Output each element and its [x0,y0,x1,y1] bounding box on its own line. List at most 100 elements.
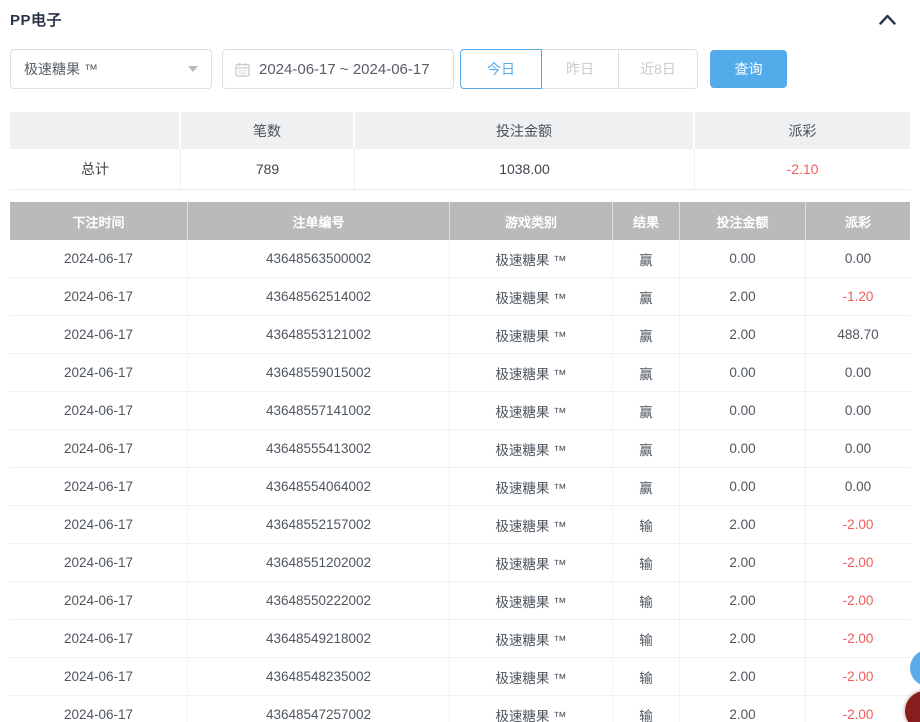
cell-result: 赢 [613,354,680,392]
filter-bar: 极速糖果 ™ 2024-06-17 ~ 2024-06-17 今日 昨日 [10,49,910,89]
yesterday-button[interactable]: 昨日 [541,49,619,89]
table-row: 2024-06-17 43648553121002 极速糖果 ™ 赢 2.00 … [10,316,910,354]
panel-header: PP电子 [0,0,920,30]
cell-order-id: 43648551202002 [188,544,450,582]
cell-bet-amount: 2.00 [680,506,806,544]
table-row: 2024-06-17 43648547257002 极速糖果 ™ 输 2.00 … [10,696,910,722]
cell-payout: -2.00 [806,658,910,696]
cell-bet-amount: 2.00 [680,620,806,658]
col-bet-time: 下注时间 [10,202,188,240]
summary-header-row: 笔数 投注金额 派彩 [10,112,910,149]
cell-bet-amount: 2.00 [680,582,806,620]
cell-order-id: 43648555413002 [188,430,450,468]
cell-result: 输 [613,658,680,696]
summary-col-payout: 派彩 [695,112,910,149]
cell-payout: 0.00 [806,240,910,278]
table-row: 2024-06-17 43648548235002 极速糖果 ™ 输 2.00 … [10,658,910,696]
cell-bet-time: 2024-06-17 [10,582,188,620]
cell-result: 输 [613,582,680,620]
pp-electronic-panel: PP电子 极速糖果 ™ [0,0,920,722]
summary-total-label: 总计 [10,149,181,190]
cell-bet-time: 2024-06-17 [10,696,188,722]
summary-col-count: 笔数 [181,112,355,149]
col-result: 结果 [613,202,680,240]
cell-payout: 0.00 [806,468,910,506]
cell-bet-time: 2024-06-17 [10,354,188,392]
table-row: 2024-06-17 43648557141002 极速糖果 ™ 赢 0.00 … [10,392,910,430]
col-game-type: 游戏类别 [450,202,613,240]
cell-payout: -1.20 [806,278,910,316]
cell-payout: -2.00 [806,582,910,620]
table-row: 2024-06-17 43648549218002 极速糖果 ™ 输 2.00 … [10,620,910,658]
cell-order-id: 43648552157002 [188,506,450,544]
cell-bet-time: 2024-06-17 [10,430,188,468]
cell-game-type: 极速糖果 ™ [450,506,613,544]
game-select-value: 极速糖果 ™ [24,59,98,79]
cell-order-id: 43648557141002 [188,392,450,430]
last-8-days-button[interactable]: 近8日 [618,49,698,89]
table-row: 2024-06-17 43648554064002 极速糖果 ™ 赢 0.00 … [10,468,910,506]
cell-bet-amount: 0.00 [680,354,806,392]
table-row: 2024-06-17 43648552157002 极速糖果 ™ 输 2.00 … [10,506,910,544]
date-range-input[interactable]: 2024-06-17 ~ 2024-06-17 [222,49,454,89]
summary-total-payout: -2.10 [695,149,910,190]
cell-game-type: 极速糖果 ™ [450,316,613,354]
col-payout: 派彩 [806,202,910,240]
cell-result: 输 [613,506,680,544]
cell-game-type: 极速糖果 ™ [450,658,613,696]
chevron-up-icon[interactable] [877,12,898,27]
cell-payout: -2.00 [806,544,910,582]
cell-bet-amount: 2.00 [680,544,806,582]
table-row: 2024-06-17 43648555413002 极速糖果 ™ 赢 0.00 … [10,430,910,468]
cell-order-id: 43648563500002 [188,240,450,278]
bet-records-table: 下注时间 注单编号 游戏类别 结果 投注金额 派彩 2024-06-17 436… [10,202,910,722]
calendar-icon [235,62,250,77]
cell-result: 赢 [613,392,680,430]
cell-bet-time: 2024-06-17 [10,506,188,544]
cell-result: 输 [613,620,680,658]
cell-bet-time: 2024-06-17 [10,316,188,354]
cell-order-id: 43648547257002 [188,696,450,722]
game-select[interactable]: 极速糖果 ™ [10,49,212,89]
summary-col-bet-amount: 投注金额 [355,112,695,149]
cell-bet-time: 2024-06-17 [10,620,188,658]
today-button[interactable]: 今日 [460,49,542,89]
search-button[interactable]: 查询 [710,50,787,88]
cell-bet-amount: 2.00 [680,696,806,722]
cell-result: 赢 [613,430,680,468]
blue-circle-button[interactable] [910,650,920,686]
cell-result: 输 [613,696,680,722]
col-bet-amount: 投注金额 [680,202,806,240]
cell-game-type: 极速糖果 ™ [450,620,613,658]
summary-total-bet-amount: 1038.00 [355,149,695,190]
cell-bet-time: 2024-06-17 [10,392,188,430]
date-range-value: 2024-06-17 ~ 2024-06-17 [259,61,430,78]
cell-result: 输 [613,544,680,582]
cell-order-id: 43648553121002 [188,316,450,354]
cell-result: 赢 [613,468,680,506]
cell-bet-amount: 0.00 [680,240,806,278]
cell-bet-time: 2024-06-17 [10,544,188,582]
cell-payout: 488.70 [806,316,910,354]
cell-order-id: 43648562514002 [188,278,450,316]
cell-payout: 0.00 [806,392,910,430]
bet-table-body: 2024-06-17 43648563500002 极速糖果 ™ 赢 0.00 … [10,240,910,722]
table-row: 2024-06-17 43648550222002 极速糖果 ™ 输 2.00 … [10,582,910,620]
cell-game-type: 极速糖果 ™ [450,240,613,278]
cell-game-type: 极速糖果 ™ [450,278,613,316]
cell-order-id: 43648548235002 [188,658,450,696]
cell-result: 赢 [613,278,680,316]
cell-result: 赢 [613,316,680,354]
cell-bet-time: 2024-06-17 [10,240,188,278]
bet-table-header-row: 下注时间 注单编号 游戏类别 结果 投注金额 派彩 [10,202,910,240]
cell-result: 赢 [613,240,680,278]
summary-total-count: 789 [181,149,355,190]
cell-bet-time: 2024-06-17 [10,658,188,696]
cell-game-type: 极速糖果 ™ [450,582,613,620]
cell-game-type: 极速糖果 ™ [450,354,613,392]
table-row: 2024-06-17 43648559015002 极速糖果 ™ 赢 0.00 … [10,354,910,392]
summary-total-row: 总计 789 1038.00 -2.10 [10,149,910,190]
cell-bet-amount: 0.00 [680,392,806,430]
cell-payout: -2.00 [806,696,910,722]
cell-bet-amount: 2.00 [680,658,806,696]
